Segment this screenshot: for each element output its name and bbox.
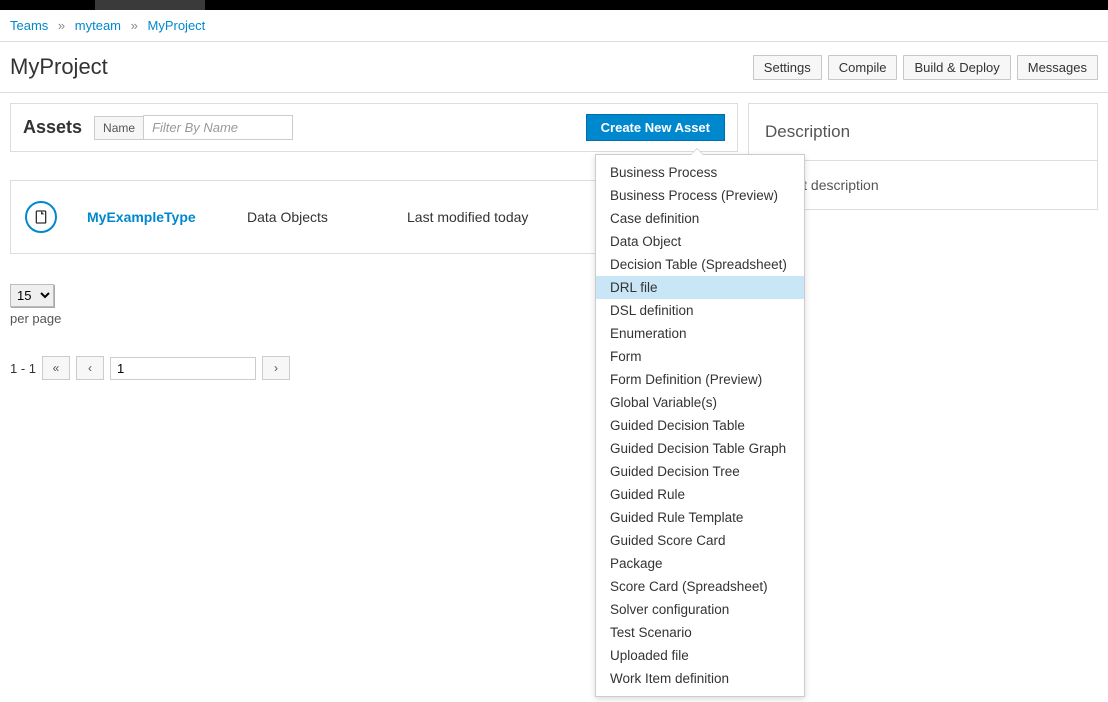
filter-group: Name xyxy=(94,115,293,140)
asset-menu-item[interactable]: Form Definition (Preview) xyxy=(596,368,804,391)
breadcrumb-myproject[interactable]: MyProject xyxy=(148,18,206,33)
asset-menu-item[interactable]: Business Process (Preview) xyxy=(596,184,804,207)
filter-label: Name xyxy=(94,116,143,140)
top-menubar xyxy=(0,0,1108,10)
active-app-tab xyxy=(95,0,205,10)
compile-button[interactable]: Compile xyxy=(828,55,898,80)
asset-menu-item[interactable]: Solver configuration xyxy=(596,598,804,621)
page-title: MyProject xyxy=(10,54,108,80)
asset-menu-item[interactable]: Package xyxy=(596,552,804,575)
asset-menu-item[interactable]: Guided Decision Tree xyxy=(596,460,804,483)
asset-menu-item[interactable]: Work Item definition xyxy=(596,667,804,690)
header-buttons: Settings Compile Build & Deploy Messages xyxy=(753,55,1098,80)
create-asset-dropdown: Business ProcessBusiness Process (Previe… xyxy=(595,154,805,697)
asset-menu-item[interactable]: Guided Decision Table Graph xyxy=(596,437,804,460)
asset-menu-item[interactable]: Business Process xyxy=(596,161,804,184)
create-new-asset-button[interactable]: Create New Asset xyxy=(586,114,725,141)
data-object-icon xyxy=(25,201,57,233)
page-size-select[interactable]: 15 xyxy=(10,284,54,307)
breadcrumb-teams[interactable]: Teams xyxy=(10,18,48,33)
asset-menu-item[interactable]: Decision Table (Spreadsheet) xyxy=(596,253,804,276)
asset-menu-item[interactable]: Guided Rule xyxy=(596,483,804,506)
breadcrumb-separator-icon: » xyxy=(131,18,138,33)
asset-menu-item[interactable]: Guided Rule Template xyxy=(596,506,804,529)
breadcrumb: Teams » myteam » MyProject xyxy=(0,10,1108,42)
breadcrumb-separator-icon: » xyxy=(58,18,65,33)
filter-name-input[interactable] xyxy=(143,115,293,140)
asset-menu-item[interactable]: Form xyxy=(596,345,804,368)
asset-menu-item[interactable]: Score Card (Spreadsheet) xyxy=(596,575,804,598)
asset-menu-item[interactable]: Global Variable(s) xyxy=(596,391,804,414)
build-deploy-button[interactable]: Build & Deploy xyxy=(903,55,1010,80)
pagination-prev-button[interactable]: ‹ xyxy=(76,356,104,380)
asset-menu-item[interactable]: Guided Score Card xyxy=(596,529,804,552)
asset-menu-item[interactable]: DSL definition xyxy=(596,299,804,322)
breadcrumb-myteam[interactable]: myteam xyxy=(75,18,121,33)
assets-title: Assets xyxy=(23,117,82,138)
asset-menu-item[interactable]: Enumeration xyxy=(596,322,804,345)
asset-menu-item[interactable]: Case definition xyxy=(596,207,804,230)
assets-panel: Assets Name Create New Asset Business Pr… xyxy=(10,103,738,152)
asset-modified: Last modified today xyxy=(407,209,528,225)
asset-menu-item[interactable]: Data Object xyxy=(596,230,804,253)
pagination-first-button[interactable]: « xyxy=(42,356,70,380)
asset-menu-item[interactable]: Test Scenario xyxy=(596,621,804,644)
settings-button[interactable]: Settings xyxy=(753,55,822,80)
pagination-page-input[interactable] xyxy=(110,357,256,380)
messages-button[interactable]: Messages xyxy=(1017,55,1098,80)
page-header: MyProject Settings Compile Build & Deplo… xyxy=(0,42,1108,93)
asset-menu-item[interactable]: DRL file xyxy=(596,276,804,299)
asset-type: Data Objects xyxy=(247,209,407,225)
asset-menu-item[interactable]: Uploaded file xyxy=(596,644,804,667)
pagination-next-button[interactable]: › xyxy=(262,356,290,380)
description-header: Description xyxy=(749,104,1097,161)
asset-name[interactable]: MyExampleType xyxy=(87,209,247,225)
asset-menu-item[interactable]: Guided Decision Table xyxy=(596,414,804,437)
pagination-range: 1 - 1 xyxy=(10,361,36,376)
